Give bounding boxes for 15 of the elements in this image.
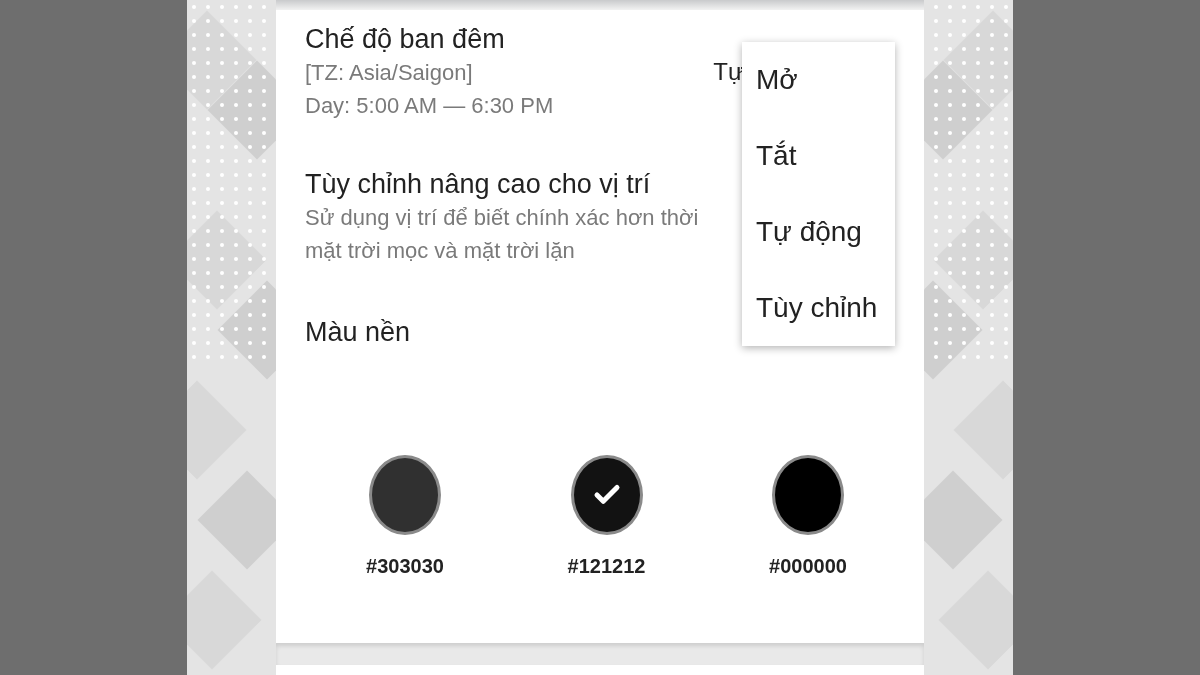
setting-title: Tùy chỉnh nâng cao cho vị trí bbox=[305, 168, 651, 201]
setting-description: Sử dụng vị trí để biết chính xác hơn thời bbox=[305, 204, 699, 232]
setting-description: mặt trời mọc và mặt trời lặn bbox=[305, 237, 575, 265]
setting-description: [TZ: Asia/Saigon] bbox=[305, 59, 473, 87]
swatch-label: #000000 bbox=[769, 555, 847, 578]
section-title: Màu nền bbox=[305, 316, 412, 349]
menu-item[interactable]: Mở bbox=[742, 42, 895, 118]
swatch-label: #303030 bbox=[366, 555, 444, 578]
setting-title: Chế độ ban đêm bbox=[305, 23, 505, 56]
menu-item[interactable]: Tùy chỉnh bbox=[742, 270, 895, 346]
swatch-label: #121212 bbox=[567, 555, 646, 578]
setting-description: Day: 5:00 AM — 6:30 PM bbox=[305, 92, 554, 120]
menu-item[interactable]: Tự động bbox=[742, 194, 895, 270]
setting-value[interactable]: Tự bbox=[713, 58, 744, 86]
menu-item[interactable]: Tắt bbox=[742, 118, 895, 194]
